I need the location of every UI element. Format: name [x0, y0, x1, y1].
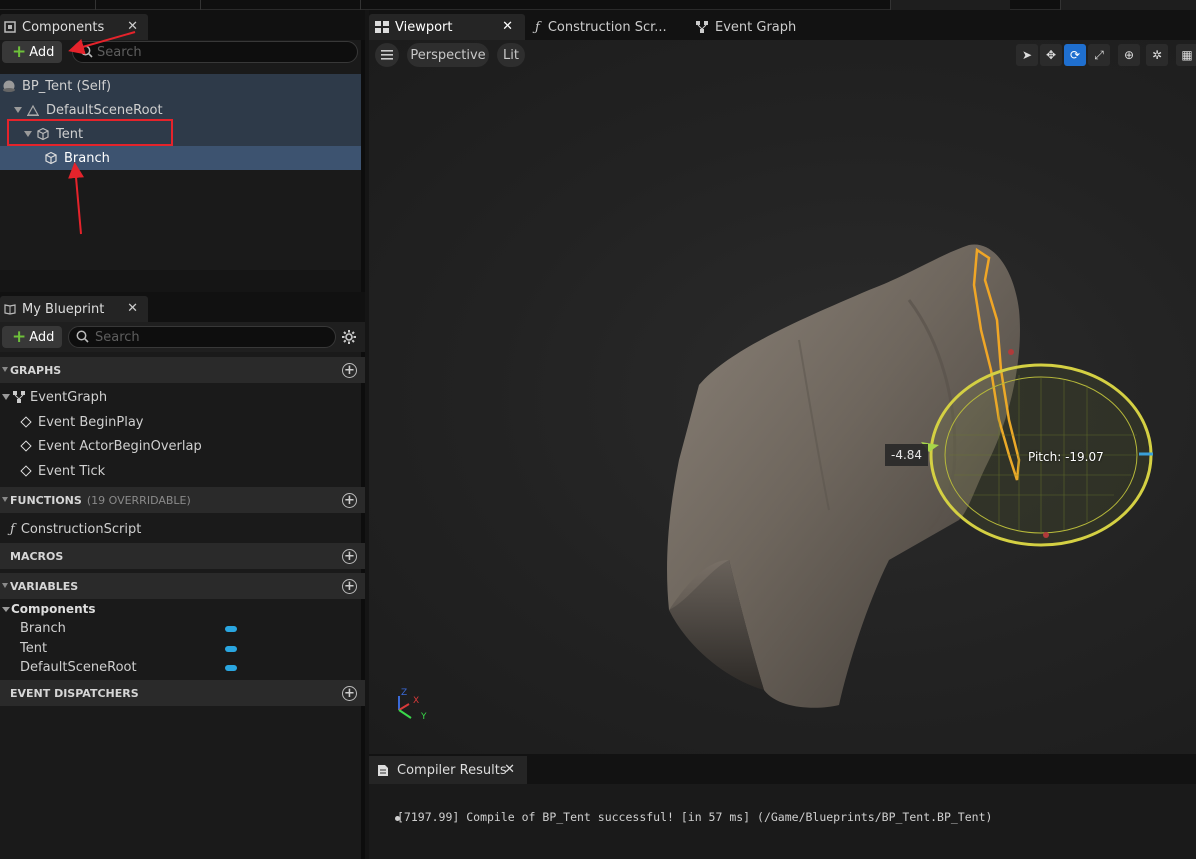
event-diamond-icon: [20, 465, 32, 477]
top-toolbar-strip: [0, 0, 1196, 10]
axis-x-label: X: [413, 696, 420, 706]
search-icon: [76, 330, 89, 343]
section-dispatchers-label: EVENT DISPATCHERS: [10, 686, 139, 700]
event-item-label: Event ActorBeginOverlap: [38, 438, 202, 454]
plus-icon: +: [12, 326, 27, 347]
tab-viewport[interactable]: Viewport ✕: [369, 14, 525, 40]
section-variables[interactable]: VARIABLES +: [0, 573, 365, 599]
functions-overridable-count: (19 OVERRIDABLE): [86, 493, 191, 507]
section-macros[interactable]: MACROS +: [0, 543, 365, 569]
annotation-arrows: [68, 31, 136, 235]
tab-event-graph[interactable]: Event Graph: [695, 14, 805, 40]
pitch-readout: Pitch: -19.07: [1028, 450, 1104, 464]
collapse-arrow-icon: [2, 367, 8, 372]
variable-item-label: Branch: [20, 620, 66, 636]
graph-item-label: EventGraph: [30, 389, 108, 405]
editor-tabbar: Viewport ✕ ƒ Construction Scr... Event G…: [369, 10, 1196, 40]
gear-icon[interactable]: [341, 329, 357, 345]
viewport-icon: [375, 21, 389, 33]
viewport-canvas[interactable]: Perspective Lit ➤ ✥ ⟳ ⤢ ⊕ ✲ ▦ Z X Y -4.8…: [369, 40, 1196, 754]
tab-compiler-label: Compiler Results: [397, 762, 507, 778]
tent-mesh-render: [398, 244, 1153, 719]
axis-y-label: Y: [421, 712, 427, 722]
tab-my-blueprint-label: My Blueprint: [22, 301, 105, 317]
variable-type-pill: [225, 665, 237, 671]
tab-event-graph-label: Event Graph: [715, 19, 797, 35]
add-dispatcher-icon[interactable]: +: [342, 686, 357, 701]
event-item-actorbeginoverlap[interactable]: Event ActorBeginOverlap: [18, 434, 202, 458]
tab-construction-label: Construction Scr...: [547, 19, 667, 35]
function-item-label: ConstructionScript: [20, 521, 142, 537]
panel-divider: [0, 270, 361, 292]
tab-my-blueprint[interactable]: My Blueprint ✕: [0, 296, 148, 322]
event-item-label: Event BeginPlay: [38, 414, 144, 430]
myblueprint-add-label: Add: [29, 329, 55, 345]
event-graph-icon: [696, 21, 708, 33]
graph-item-eventgraph[interactable]: EventGraph: [2, 385, 107, 409]
myblueprint-search-input[interactable]: Search: [68, 326, 336, 348]
event-item-tick[interactable]: Event Tick: [18, 459, 105, 483]
function-icon: ƒ: [535, 19, 540, 35]
tab-construction-script[interactable]: ƒ Construction Scr...: [535, 14, 685, 40]
myblueprint-tabbar: My Blueprint ✕: [0, 292, 365, 322]
close-icon[interactable]: ✕: [127, 301, 138, 316]
add-variable-icon[interactable]: +: [342, 579, 357, 594]
event-item-beginplay[interactable]: Event BeginPlay: [18, 410, 144, 434]
section-event-dispatchers[interactable]: EVENT DISPATCHERS +: [0, 680, 365, 706]
add-function-icon[interactable]: +: [342, 493, 357, 508]
section-macros-label: MACROS: [10, 549, 64, 563]
event-diamond-icon: [20, 416, 32, 428]
tab-viewport-label: Viewport: [395, 19, 453, 35]
function-icon: ƒ: [10, 521, 15, 537]
add-macro-icon[interactable]: +: [342, 549, 357, 564]
event-diamond-icon: [20, 440, 32, 452]
myblueprint-search-placeholder: Search: [95, 329, 140, 345]
editor-area: Viewport ✕ ƒ Construction Scr... Event G…: [369, 10, 1196, 859]
variable-item-label: Tent: [20, 640, 48, 656]
section-graphs-label: GRAPHS: [10, 363, 62, 377]
rotation-delta-readout: -4.84: [885, 444, 929, 466]
event-item-label: Event Tick: [38, 463, 106, 479]
myblueprint-add-button[interactable]: + Add: [2, 326, 62, 348]
function-item-constructionscript[interactable]: ƒ ConstructionScript: [10, 517, 141, 541]
compiler-doc-icon: [378, 764, 388, 776]
add-graph-icon[interactable]: +: [342, 363, 357, 378]
variable-item-defaultsceneroot[interactable]: DefaultSceneRoot: [20, 655, 137, 679]
axis-z-label: Z: [401, 688, 408, 698]
tab-compiler-results[interactable]: Compiler Results ✕: [369, 756, 527, 784]
close-icon[interactable]: ✕: [502, 19, 513, 34]
section-functions[interactable]: FUNCTIONS (19 OVERRIDABLE) +: [0, 487, 365, 513]
close-icon[interactable]: ✕: [504, 762, 515, 777]
section-functions-label: FUNCTIONS: [10, 493, 82, 507]
left-column: Components ✕ + Add Search BP_Tent (Self)…: [0, 10, 365, 859]
collapse-arrow-icon: [2, 583, 8, 588]
variable-category-label: Components: [11, 602, 96, 616]
variable-type-pill: [225, 646, 237, 652]
expand-arrow-icon: [2, 606, 10, 612]
compiler-results-panel: Compiler Results ✕ [7197.99] Compile of …: [369, 754, 1196, 859]
variable-item-label: DefaultSceneRoot: [20, 659, 137, 675]
collapse-arrow-icon: [2, 497, 8, 502]
expand-arrow-icon: [2, 394, 10, 400]
event-graph-icon: [13, 391, 25, 403]
variable-type-pill: [225, 626, 237, 632]
section-graphs[interactable]: GRAPHS +: [0, 357, 365, 383]
compiler-message: [7197.99] Compile of BP_Tent successful!…: [397, 810, 993, 824]
section-variables-label: VARIABLES: [10, 579, 79, 593]
blueprint-book-icon: [4, 304, 16, 315]
